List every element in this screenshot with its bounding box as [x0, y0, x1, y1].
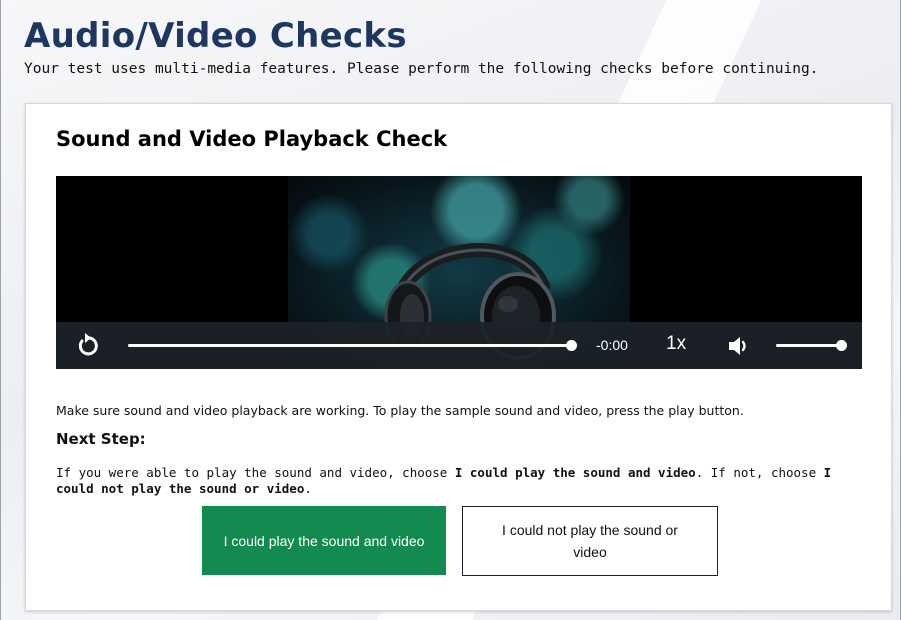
next-step-text-part3: .	[304, 481, 312, 496]
page-title: Audio/Video Checks	[24, 16, 407, 56]
player-controls: -0:00 1x	[56, 322, 862, 369]
instructions-text: Make sure sound and video playback are w…	[56, 403, 744, 418]
video-player[interactable]: -0:00 1x	[56, 176, 862, 369]
next-step-text: If you were able to play the sound and v…	[56, 465, 871, 497]
volume-icon[interactable]	[727, 334, 751, 358]
page-subtitle: Your test uses multi-media features. Ple…	[24, 61, 819, 77]
next-step-option1: I could play the sound and video	[454, 465, 696, 480]
replay-icon[interactable]	[74, 333, 100, 359]
could-not-play-button[interactable]: I could not play the sound or video	[462, 506, 718, 576]
volume-handle[interactable]	[836, 340, 847, 351]
playback-speed-button[interactable]: 1x	[666, 333, 686, 355]
could-play-button[interactable]: I could play the sound and video	[202, 506, 446, 575]
next-step-text-part1: If you were able to play the sound and v…	[56, 465, 455, 480]
time-display: -0:00	[596, 337, 628, 353]
volume-slider[interactable]	[776, 340, 847, 351]
card-title: Sound and Video Playback Check	[56, 127, 448, 151]
seek-handle[interactable]	[566, 340, 577, 351]
next-step-heading: Next Step:	[56, 430, 146, 448]
seek-slider[interactable]	[128, 340, 577, 351]
next-step-text-part2: . If not, choose	[695, 465, 824, 480]
playback-check-card: Sound and Video Playback Check -0:00 1x …	[25, 103, 892, 611]
